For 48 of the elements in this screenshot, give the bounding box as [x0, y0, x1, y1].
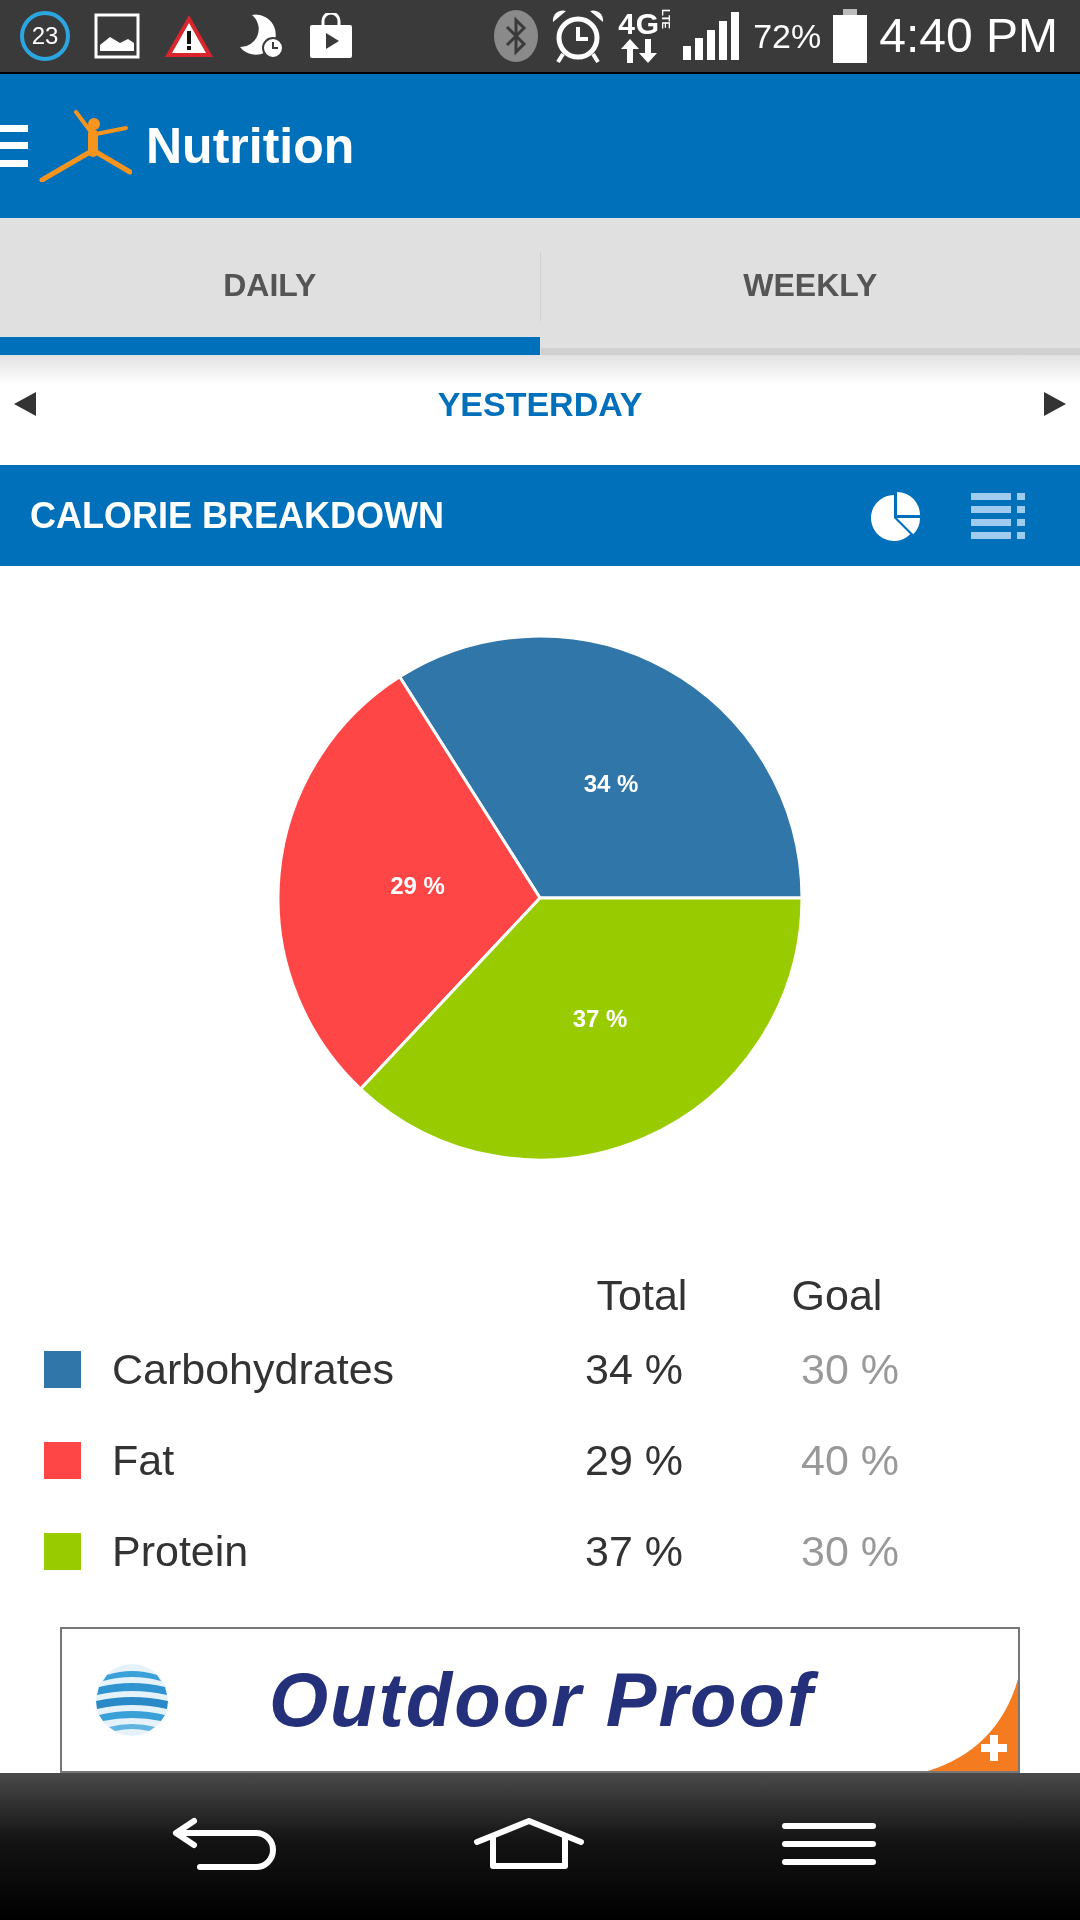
image-icon [94, 13, 140, 59]
previous-day-button[interactable] [14, 392, 36, 416]
menu-icon [0, 125, 28, 167]
goal-value: 30 % [800, 1530, 900, 1573]
column-header: Goal [790, 1273, 884, 1317]
section-title: CALORIE BREAKDOWN [30, 497, 444, 534]
data-arrows-icon [619, 39, 660, 63]
app-title: Nutrition [146, 121, 355, 171]
total-value: 34 % [584, 1348, 684, 1391]
shopping-bag-icon [308, 13, 354, 59]
right-triangle-icon [1044, 392, 1066, 416]
battery-percent: 72% [753, 19, 822, 53]
clock-time: 4:40 PM [879, 12, 1058, 60]
globe-logo-icon [95, 1663, 169, 1737]
list-icon [971, 492, 1025, 539]
ad-banner[interactable]: Outdoor Proof [60, 1627, 1020, 1773]
notification-count: 23 [20, 11, 70, 61]
pie-chart-icon [871, 490, 921, 541]
menu-button[interactable] [781, 1821, 876, 1866]
goal-value: 30 % [800, 1348, 900, 1391]
battery-icon [833, 9, 868, 63]
corner-plus-icon [928, 1679, 1018, 1771]
warning-icon [164, 14, 214, 58]
goal-value: 40 % [800, 1439, 900, 1482]
slice-label: 34 % [583, 769, 639, 797]
nutrient-name: Carbohydrates [112, 1348, 396, 1391]
total-value: 29 % [584, 1439, 684, 1482]
ad-headline: Outdoor Proof [269, 1654, 825, 1746]
moon-clock-icon [238, 13, 284, 59]
next-day-button[interactable] [1044, 392, 1066, 416]
left-triangle-icon [14, 392, 36, 416]
jumping-figure-icon [36, 110, 132, 182]
date-label: YESTERDAY [437, 387, 643, 421]
network-subtype: LTE [660, 9, 672, 29]
network-type: 4G [618, 9, 661, 39]
pie-view-button[interactable] [871, 490, 921, 541]
column-header: Total [595, 1273, 689, 1317]
nutrient-name: Protein [112, 1530, 250, 1573]
home-button[interactable] [472, 1817, 585, 1870]
home-icon [472, 1817, 585, 1870]
nutrient-name: Fat [112, 1439, 176, 1482]
bluetooth-icon [494, 10, 539, 62]
slice-label: 37 % [572, 1004, 628, 1032]
menu-icon [781, 1821, 876, 1866]
slice-label: 29 % [390, 872, 445, 900]
total-value: 37 % [584, 1530, 684, 1573]
list-view-button[interactable] [971, 492, 1025, 539]
signal-bars-icon [683, 12, 742, 60]
